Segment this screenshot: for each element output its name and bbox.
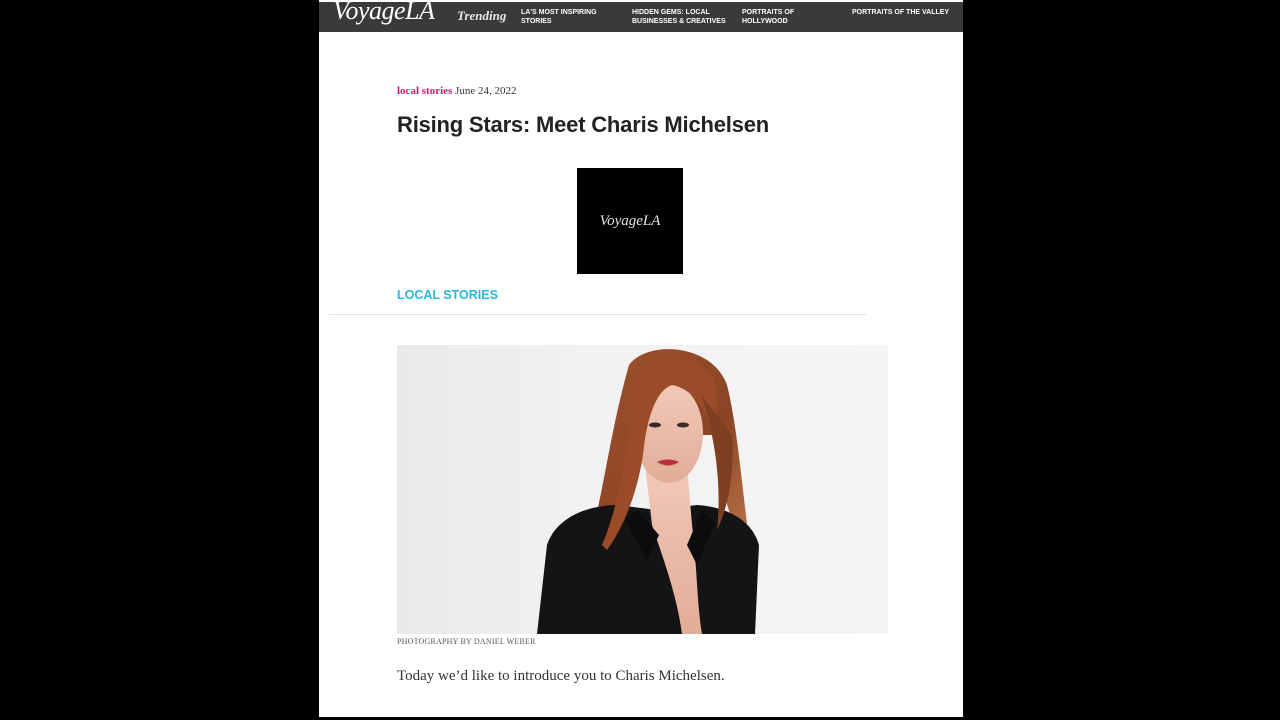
- section-label-link[interactable]: Local Stories: [397, 288, 498, 302]
- nav-link-portraits-of-hollywood[interactable]: Portraits of Hollywood: [742, 8, 812, 26]
- article-meta: local stories June 24, 2022: [397, 85, 516, 97]
- nav-link-most-inspiring-stories[interactable]: LA's Most Inspiring Stories: [521, 8, 611, 26]
- trending-label: Trending: [457, 8, 507, 23]
- intro-paragraph: Today we’d like to introduce you to Char…: [397, 668, 725, 684]
- divider: [329, 314, 866, 315]
- nav-link-hidden-gems[interactable]: Hidden Gems: Local Businesses & Creative…: [632, 8, 732, 26]
- publish-date: June 24, 2022: [455, 85, 517, 97]
- site-logo[interactable]: VoyageLA: [333, 2, 435, 26]
- article-title: Rising Stars: Meet Charis Michelsen: [397, 112, 769, 137]
- photo-caption: Photography by Daniel Weber: [397, 637, 536, 646]
- category-link[interactable]: local stories: [397, 85, 452, 97]
- portrait-illustration: [537, 349, 759, 634]
- article-page: VoyageLA Trending LA's Most Inspiring St…: [319, 0, 963, 717]
- logo-box-text: VoyageLA: [599, 212, 661, 229]
- nav-link-portraits-of-the-valley[interactable]: Portraits of the Valley: [852, 8, 962, 17]
- portrait-photo: [397, 345, 888, 634]
- top-navigation-bar: VoyageLA Trending LA's Most Inspiring St…: [319, 2, 963, 32]
- author-logo-image: VoyageLA: [577, 168, 683, 274]
